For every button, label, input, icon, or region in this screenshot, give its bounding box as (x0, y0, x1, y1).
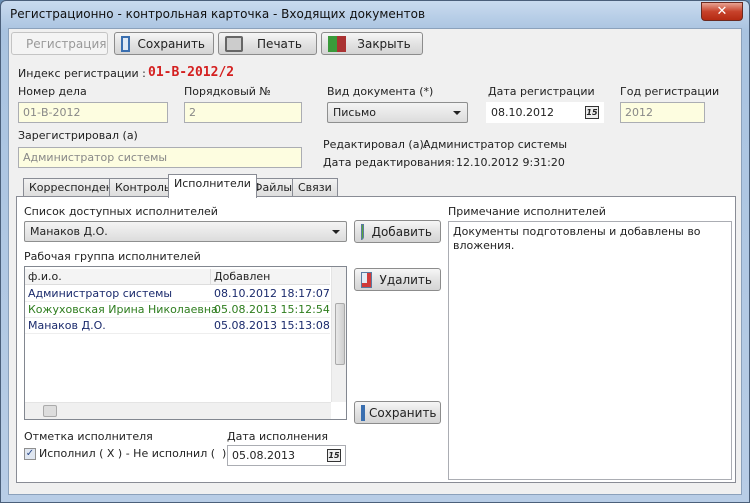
floppy-icon (121, 35, 130, 52)
available-value: Манаков Д.О. (30, 225, 108, 238)
table-row[interactable]: Кожуховская Ирина Николаевна 05.08.2013 1… (25, 302, 330, 318)
window-client: Регистрация Сохранить Печать Закрыть Инд… (8, 28, 742, 495)
executor-name: Манаков Д.О. (28, 319, 106, 332)
calendar-icon[interactable]: 15 (327, 449, 341, 462)
edited-value: Администратор системы (423, 138, 568, 151)
table-row[interactable]: Администратор системы 08.10.2012 18:17:07 (25, 286, 330, 302)
executor-added: 08.10.2012 18:17:07 (214, 287, 330, 300)
seq-label: Порядковый № (184, 85, 271, 98)
case-label: Номер дела (18, 85, 87, 98)
available-executors-select[interactable]: Манаков Д.О. (24, 221, 347, 242)
doctype-label: Вид документа (*) (327, 85, 434, 98)
executor-name: Администратор системы (28, 287, 173, 300)
regyear-field[interactable]: 2012 (620, 102, 705, 123)
editdate-label: Дата редактирования: (323, 156, 455, 169)
scroll-thumb[interactable] (335, 303, 345, 365)
executors-grid: ф.и.о. Добавлен Администратор системы 08.… (24, 266, 347, 420)
regdate-label: Дата регистрации (488, 85, 595, 98)
executors-panel: Список доступных исполнителей Манаков Д.… (16, 196, 736, 483)
tab-executors[interactable]: Исполнители (168, 174, 257, 198)
tab-links[interactable]: Связи (292, 178, 338, 197)
add-user-icon (361, 223, 364, 240)
add-executor-button[interactable]: Добавить (354, 220, 441, 243)
seq-field[interactable]: 2 (184, 102, 302, 123)
regyear-label: Год регистрации (620, 85, 720, 98)
save-button[interactable]: Сохранить (114, 32, 214, 55)
regdate-field[interactable]: 08.10.2012 15 (486, 102, 604, 123)
execdate-value: 05.08.2013 (232, 449, 295, 462)
column-header-added[interactable]: Добавлен (210, 269, 270, 285)
calendar-icon[interactable]: 15 (585, 106, 599, 119)
executor-added: 05.08.2013 15:13:08 (214, 319, 330, 332)
close-window-button[interactable]: ✕ (701, 2, 743, 21)
remove-user-icon (361, 271, 372, 288)
hscroll-thumb[interactable] (43, 405, 57, 417)
note-label: Примечание исполнителей (448, 205, 606, 218)
exit-door-icon (328, 35, 346, 52)
regdate-value: 08.10.2012 (491, 106, 554, 119)
group-label: Рабочая группа исполнителей (24, 250, 201, 263)
case-field[interactable]: 01-В-2012 (18, 102, 168, 123)
checkmark-icon: ✓ (24, 447, 36, 460)
executor-added: 05.08.2013 15:12:54 (214, 303, 330, 316)
chevron-down-icon (453, 111, 461, 115)
executed-checkbox-label: Исполнил ( X ) - Не исполнил ( ) (39, 447, 227, 460)
chevron-down-icon (332, 230, 340, 234)
doctype-value: Письмо (333, 106, 376, 119)
table-row[interactable]: Манаков Д.О. 05.08.2013 15:13:08 (25, 318, 330, 334)
tab-control[interactable]: Контроль (109, 178, 177, 197)
executor-name: Кожуховская Ирина Николаевна (28, 303, 218, 316)
grid-header: ф.и.о. Добавлен (25, 269, 330, 285)
remove-executor-button[interactable]: Удалить (354, 268, 441, 291)
note-textarea[interactable]: Документы подготовлены и добавлены во вл… (448, 221, 732, 480)
registered-field[interactable]: Администратор системы (18, 147, 302, 168)
available-label: Список доступных исполнителей (24, 205, 218, 218)
register-button[interactable]: Регистрация (11, 32, 108, 55)
close-button[interactable]: Закрыть (321, 32, 423, 55)
doctype-select[interactable]: Письмо (327, 102, 468, 123)
index-value: 01-В-2012/2 (148, 65, 235, 80)
mark-label: Отметка исполнителя (24, 430, 153, 443)
editdate-value: 12.10.2012 9:31:20 (456, 156, 565, 169)
printer-icon (225, 35, 243, 52)
column-header-name[interactable]: ф.и.о. (28, 269, 62, 285)
save-executors-button[interactable]: Сохранить (354, 401, 441, 424)
window-title: Регистрационно - контрольная карточка - … (10, 7, 426, 21)
edited-label: Редактировал (а): (323, 138, 428, 151)
vertical-scrollbar[interactable] (331, 267, 346, 402)
executed-checkbox[interactable]: ✓ Исполнил ( X ) - Не исполнил ( ) (24, 447, 226, 460)
registered-label: Зарегистрировал (а) (18, 129, 138, 142)
horizontal-scrollbar[interactable] (25, 402, 331, 419)
index-label: Индекс регистрации : (18, 67, 146, 80)
execdate-label: Дата исполнения (227, 430, 329, 443)
print-button[interactable]: Печать (218, 32, 317, 55)
floppy-icon (361, 404, 365, 421)
execdate-field[interactable]: 05.08.2013 15 (227, 445, 346, 466)
